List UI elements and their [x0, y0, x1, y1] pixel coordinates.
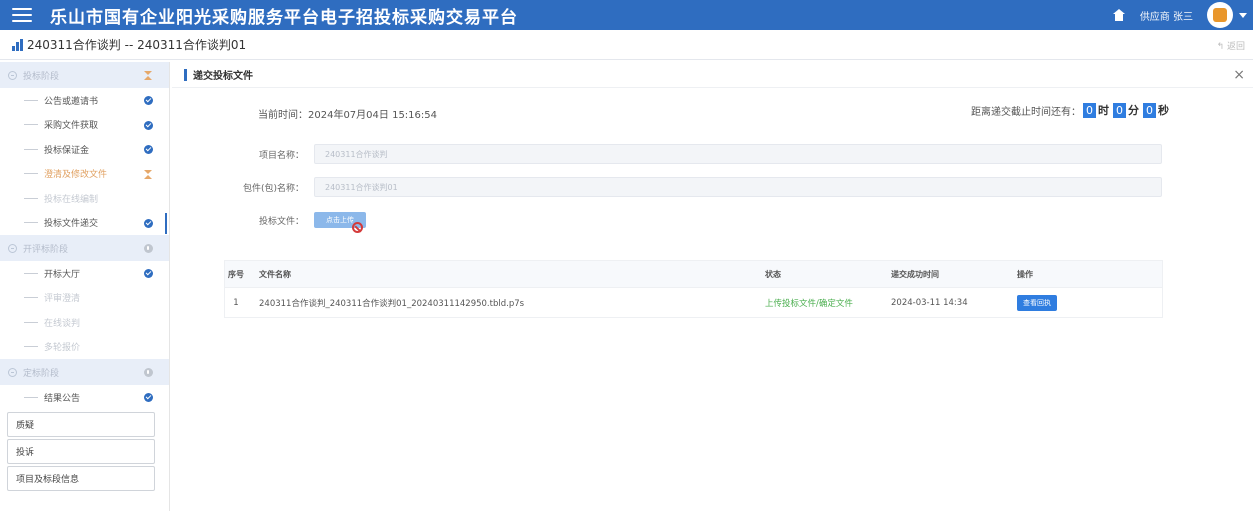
step-negotiation: 在线谈判 — [0, 310, 169, 335]
col-header-time: 递交成功时间 — [891, 269, 939, 279]
current-time-value: 2024年07月04日 15:16:54 — [308, 110, 437, 121]
check-icon — [144, 218, 153, 228]
cell-index: 1 — [233, 297, 239, 308]
package-name-row: 包件(包)名称： 240311合作谈判01 — [212, 177, 1162, 197]
breadcrumb-bar: 240311合作谈判 -- 240311合作谈判01 ↰ 返回 — [0, 30, 1253, 60]
back-label: 返回 — [1226, 42, 1245, 52]
step-multi-quote: 多轮报价 — [0, 335, 169, 360]
top-header: 乐山市国有企业阳光采购服务平台电子招投标采购交易平台 供应商 张三 — [0, 0, 1253, 30]
package-name-label: 包件(包)名称： — [242, 183, 304, 194]
cell-file-name: 240311合作谈判_240311合作谈判01_20240311142950.t… — [259, 298, 525, 309]
step-label: 评审澄清 — [44, 294, 81, 305]
step-label: 开标大厅 — [44, 269, 81, 280]
info-icon — [144, 368, 153, 377]
complaint-button[interactable]: 投诉 — [7, 438, 155, 464]
bid-file-label: 投标文件： — [258, 216, 304, 227]
app-title: 乐山市国有企业阳光采购服务平台电子招投标采购交易平台 — [50, 7, 518, 28]
cell-status: 上传投标文件/确定文件 — [765, 298, 853, 309]
project-info-button[interactable]: 项目及标段信息 — [7, 465, 155, 491]
stage-award[interactable]: 定标阶段 — [0, 359, 169, 385]
bid-file-row: 投标文件： 点击上传 — [212, 210, 1162, 233]
query-button[interactable]: 质疑 — [7, 411, 155, 437]
stage-bid[interactable]: 投标阶段 — [0, 62, 169, 88]
countdown-hours: 0 — [1083, 102, 1096, 118]
col-header-status: 状态 — [765, 269, 781, 279]
step-label: 采购文件获取 — [44, 121, 99, 132]
step-result[interactable]: 结果公告 — [0, 385, 169, 410]
menu-toggle-icon[interactable] — [12, 8, 32, 22]
home-icon[interactable] — [1112, 9, 1126, 21]
step-label: 投标保证金 — [44, 145, 90, 156]
step-label: 投标在线编制 — [44, 194, 99, 205]
step-bid-hall[interactable]: 开标大厅 — [0, 261, 169, 286]
countdown-minutes: 0 — [1113, 102, 1126, 118]
check-icon — [144, 120, 153, 130]
collapse-icon — [8, 70, 17, 80]
step-bid-submit[interactable]: 投标文件递交 — [0, 211, 169, 236]
step-label: 投标文件递交 — [44, 219, 99, 230]
countdown-hours-unit: 时 — [1098, 104, 1109, 117]
stage-label: 开评标阶段 — [23, 244, 69, 255]
upload-button[interactable]: 点击上传 — [314, 212, 366, 233]
avatar-image — [1213, 8, 1227, 22]
active-indicator — [165, 212, 167, 234]
step-label: 澄清及修改文件 — [44, 170, 108, 181]
col-header-name: 文件名称 — [259, 269, 291, 279]
col-header-op: 操作 — [1017, 269, 1033, 279]
countdown: 距离递交截止时间还有： 0时 0分 0秒 — [971, 102, 1171, 118]
countdown-minutes-unit: 分 — [1128, 104, 1139, 117]
file-table: 序号 文件名称 状态 递交成功时间 操作 1 240311合作谈判_240311… — [224, 260, 1163, 318]
step-review: 评审澄清 — [0, 286, 169, 311]
stage-label: 投标阶段 — [23, 71, 60, 82]
countdown-label: 距离递交截止时间还有： — [971, 106, 1081, 118]
main-panel: 递交投标文件 × 当前时间：2024年07月04日 15:16:54 距离递交截… — [172, 62, 1253, 511]
collapse-icon — [8, 243, 17, 253]
cell-time: 2024-03-11 14:34 — [891, 297, 968, 308]
back-link[interactable]: ↰ 返回 — [1217, 39, 1245, 52]
check-icon — [144, 96, 153, 105]
step-label: 在线谈判 — [44, 318, 81, 329]
step-label: 结果公告 — [44, 393, 81, 404]
step-label: 多轮报价 — [44, 343, 81, 354]
table-header: 序号 文件名称 状态 递交成功时间 操作 — [225, 261, 1162, 287]
bar-chart-icon — [12, 38, 24, 51]
hourglass-icon — [144, 71, 152, 80]
panel-title: 递交投标文件 — [193, 71, 253, 82]
upload-label: 点击上传 — [326, 216, 354, 224]
view-receipt-button[interactable]: 查看回执 — [1017, 294, 1057, 311]
check-icon — [144, 145, 153, 154]
step-doc-download[interactable]: 采购文件获取 — [0, 113, 169, 138]
sidebar: 投标阶段 公告或邀请书 采购文件获取 投标保证金 澄清及修改文件 投标在线编制 … — [0, 62, 170, 511]
current-time-label: 当前时间： — [258, 110, 308, 121]
step-label: 公告或邀请书 — [44, 96, 99, 107]
project-name-row: 项目名称： 240311合作谈判 — [212, 144, 1162, 164]
panel-header: 递交投标文件 × — [172, 62, 1253, 88]
step-clarification[interactable]: 澄清及修改文件 — [0, 162, 169, 187]
countdown-seconds-unit: 秒 — [1158, 104, 1169, 117]
collapse-icon — [8, 367, 17, 377]
avatar[interactable] — [1207, 2, 1233, 28]
stage-label: 定标阶段 — [23, 368, 60, 379]
header-user-area: 供应商 张三 — [1112, 0, 1247, 30]
breadcrumb: 240311合作谈判 -- 240311合作谈判01 — [27, 38, 247, 52]
package-name-field: 240311合作谈判01 — [314, 177, 1162, 197]
current-time: 当前时间：2024年07月04日 15:16:54 — [258, 106, 437, 121]
step-online-edit: 投标在线编制 — [0, 186, 169, 211]
user-label[interactable]: 供应商 张三 — [1140, 8, 1193, 23]
table-row: 1 240311合作谈判_240311合作谈判01_20240311142950… — [225, 287, 1162, 317]
info-icon — [144, 244, 153, 253]
project-name-field: 240311合作谈判 — [314, 144, 1162, 164]
hourglass-icon — [144, 169, 152, 179]
check-icon — [144, 269, 153, 278]
col-header-index: 序号 — [228, 269, 244, 279]
stage-open[interactable]: 开评标阶段 — [0, 235, 169, 261]
check-icon — [144, 393, 153, 402]
chevron-down-icon[interactable] — [1239, 12, 1247, 18]
forbidden-cursor-icon — [352, 222, 363, 233]
step-announcement[interactable]: 公告或邀请书 — [0, 88, 169, 113]
close-icon[interactable]: × — [1233, 68, 1245, 82]
project-name-label: 项目名称： — [258, 150, 304, 161]
step-bid-bond[interactable]: 投标保证金 — [0, 137, 169, 162]
countdown-seconds: 0 — [1143, 102, 1156, 118]
